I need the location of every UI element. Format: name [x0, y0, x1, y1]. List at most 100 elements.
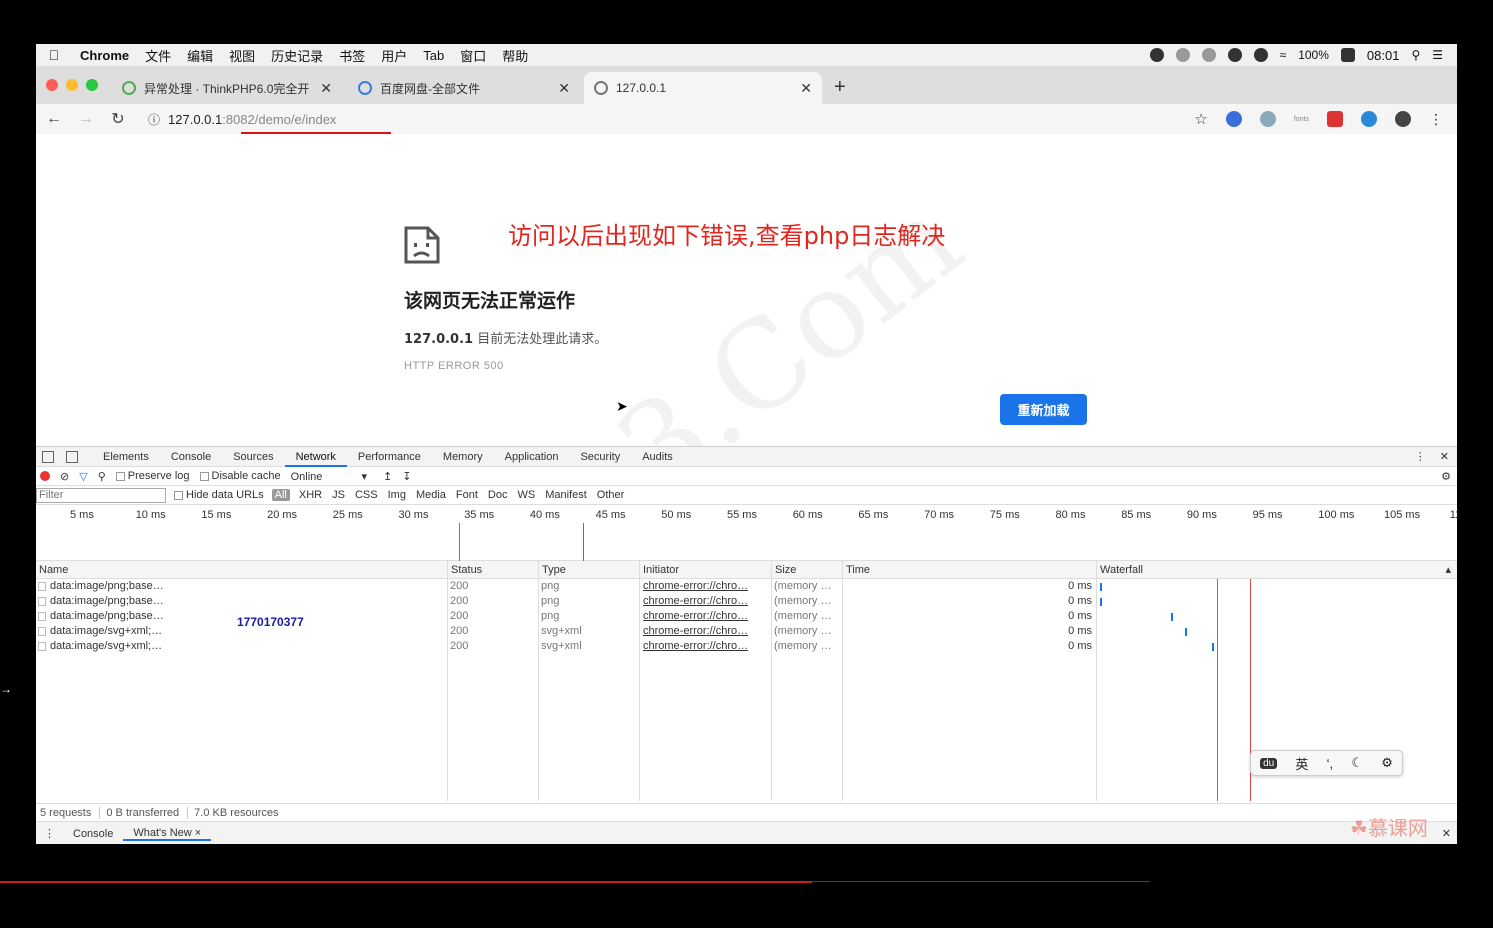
tab-baidu-pan[interactable]: 百度网盘-全部文件 ✕: [348, 72, 580, 104]
clock[interactable]: 08:01: [1367, 48, 1400, 63]
search-icon[interactable]: ⚲: [1411, 48, 1420, 62]
export-har-icon[interactable]: ↧: [402, 470, 411, 483]
tab-security[interactable]: Security: [569, 447, 631, 467]
menu-help[interactable]: 帮助: [494, 46, 536, 65]
col-type[interactable]: Type: [538, 561, 566, 579]
cell-name[interactable]: data:image/png;base…: [50, 594, 164, 609]
col-waterfall[interactable]: Waterfall ▴: [1096, 561, 1457, 579]
hide-data-urls-checkbox[interactable]: Hide data URLs: [174, 489, 264, 501]
battery-level[interactable]: 100%: [1298, 48, 1329, 62]
cell-name[interactable]: data:image/png;base…: [50, 579, 164, 594]
menu-app-name[interactable]: Chrome: [72, 48, 137, 63]
menu-window[interactable]: 窗口: [452, 46, 494, 65]
preserve-log-checkbox[interactable]: Preserve log: [115, 470, 190, 482]
filter-xhr[interactable]: XHR: [298, 489, 323, 501]
reload-icon[interactable]: ↻: [102, 109, 134, 129]
compass-icon[interactable]: [1227, 48, 1242, 62]
tab-memory[interactable]: Memory: [432, 447, 494, 467]
network-overview[interactable]: 5 ms 10 ms 15 ms 20 ms 25 ms 30 ms 35 ms 40 ms 4…: [36, 505, 1457, 561]
table-row[interactable]: data:image/svg+xml;… 200 svg+xml chrome-err…: [36, 639, 1457, 654]
forward-arrow-icon[interactable]: →: [70, 110, 102, 128]
import-har-icon[interactable]: ↥: [383, 470, 392, 483]
baidu-icon[interactable]: [1340, 48, 1355, 62]
col-time[interactable]: Time: [842, 561, 870, 579]
menu-people[interactable]: 用户: [373, 46, 415, 65]
devtools-close-icon[interactable]: ✕: [1440, 450, 1449, 463]
menu-view[interactable]: 视图: [221, 46, 263, 65]
cell-name[interactable]: data:image/svg+xml;…: [50, 639, 162, 654]
settings-icon[interactable]: ⚙: [1441, 470, 1457, 483]
bookmark-star-icon[interactable]: ☆: [1194, 110, 1207, 128]
filter-other[interactable]: Other: [596, 489, 626, 501]
devtools-menu-icon[interactable]: ⋮: [1415, 450, 1426, 463]
close-tab-icon[interactable]: ✕: [558, 80, 570, 97]
tab-thinkphp[interactable]: 异常处理 · ThinkPHP6.0完全开 ✕: [112, 72, 342, 104]
filter-input[interactable]: [36, 487, 166, 503]
col-status[interactable]: Status: [447, 561, 482, 579]
minimize-window-button[interactable]: [66, 79, 78, 91]
col-size[interactable]: Size: [771, 561, 796, 579]
table-row[interactable]: data:image/png;base… 200 png chrome-error:/…: [36, 594, 1457, 609]
close-tab-icon[interactable]: ✕: [800, 80, 812, 97]
tab-console[interactable]: Console: [160, 447, 222, 467]
throttle-select[interactable]: Online ▾: [291, 470, 367, 483]
extension-icon[interactable]: [1225, 111, 1242, 127]
filter-icon[interactable]: ▽: [79, 470, 87, 483]
cell-initiator[interactable]: chrome-error://chro…: [643, 579, 748, 594]
close-icon[interactable]: ×: [195, 827, 201, 839]
disable-cache-checkbox[interactable]: Disable cache: [199, 470, 281, 482]
fonts-extension-icon[interactable]: fonts: [1294, 116, 1309, 123]
profile-avatar-icon[interactable]: [1395, 111, 1411, 127]
drawer-menu-icon[interactable]: ⋮: [36, 827, 63, 840]
drawer-close-icon[interactable]: ✕: [1442, 827, 1457, 840]
apple-icon[interactable]: : [36, 47, 72, 63]
wifi-icon[interactable]: ≈: [1280, 48, 1287, 62]
extension-icon[interactable]: [1259, 111, 1276, 127]
col-initiator[interactable]: Initiator: [639, 561, 679, 579]
new-tab-icon[interactable]: +: [834, 76, 846, 99]
tab-elements[interactable]: Elements: [92, 447, 160, 467]
record-icon[interactable]: [1149, 48, 1164, 62]
more-menu-icon[interactable]: ⋮: [1429, 111, 1443, 128]
shield-icon[interactable]: [1175, 48, 1190, 62]
inspect-element-icon[interactable]: [42, 450, 54, 463]
filter-doc[interactable]: Doc: [487, 489, 509, 501]
device-toolbar-icon[interactable]: [66, 450, 78, 463]
drawer-tab-whats-new[interactable]: What's New ×: [123, 827, 212, 841]
filter-media[interactable]: Media: [415, 489, 447, 501]
cell-initiator[interactable]: chrome-error://chro…: [643, 609, 748, 624]
close-tab-icon[interactable]: ✕: [320, 80, 332, 97]
video-progress-fill[interactable]: [0, 881, 812, 883]
clear-icon[interactable]: ⊘: [60, 470, 69, 483]
cell-name[interactable]: data:image/png;base…: [50, 609, 164, 624]
extension-icon[interactable]: [1361, 111, 1377, 127]
cell-name[interactable]: data:image/svg+xml;…: [50, 624, 162, 639]
baidu-ime-icon[interactable]: du: [1260, 757, 1278, 769]
back-arrow-icon[interactable]: ←: [38, 110, 70, 128]
cell-initiator[interactable]: chrome-error://chro…: [643, 624, 748, 639]
filter-font[interactable]: Font: [455, 489, 479, 501]
record-icon[interactable]: [40, 471, 50, 481]
table-row[interactable]: data:image/png;base… 200 png chrome-error:/…: [36, 579, 1457, 594]
zoom-window-button[interactable]: [86, 79, 98, 91]
menu-history[interactable]: 历史记录: [263, 46, 331, 65]
col-name[interactable]: Name: [36, 561, 68, 579]
drawer-tab-console[interactable]: Console: [63, 828, 123, 840]
filter-all[interactable]: All: [271, 489, 290, 501]
info-icon[interactable]: ⓘ: [148, 111, 160, 128]
edit-icon[interactable]: [1253, 48, 1268, 62]
tab-audits[interactable]: Audits: [631, 447, 684, 467]
tab-application[interactable]: Application: [494, 447, 570, 467]
tab-sources[interactable]: Sources: [222, 447, 284, 467]
tab-network[interactable]: Network: [284, 447, 347, 467]
menu-bookmarks[interactable]: 书签: [331, 46, 373, 65]
menu-file[interactable]: 文件: [137, 46, 179, 65]
search-icon[interactable]: ⚲: [98, 470, 106, 483]
extension-icon[interactable]: [1327, 111, 1343, 127]
menu-tab[interactable]: Tab: [415, 48, 452, 63]
ime-language[interactable]: 英: [1295, 754, 1308, 773]
address-bar[interactable]: ⓘ 127.0.0.1:8082/demo/e/index: [148, 111, 336, 128]
filter-img[interactable]: Img: [387, 489, 407, 501]
close-window-button[interactable]: [46, 79, 58, 91]
tab-localhost[interactable]: 127.0.0.1 ✕: [584, 72, 822, 104]
